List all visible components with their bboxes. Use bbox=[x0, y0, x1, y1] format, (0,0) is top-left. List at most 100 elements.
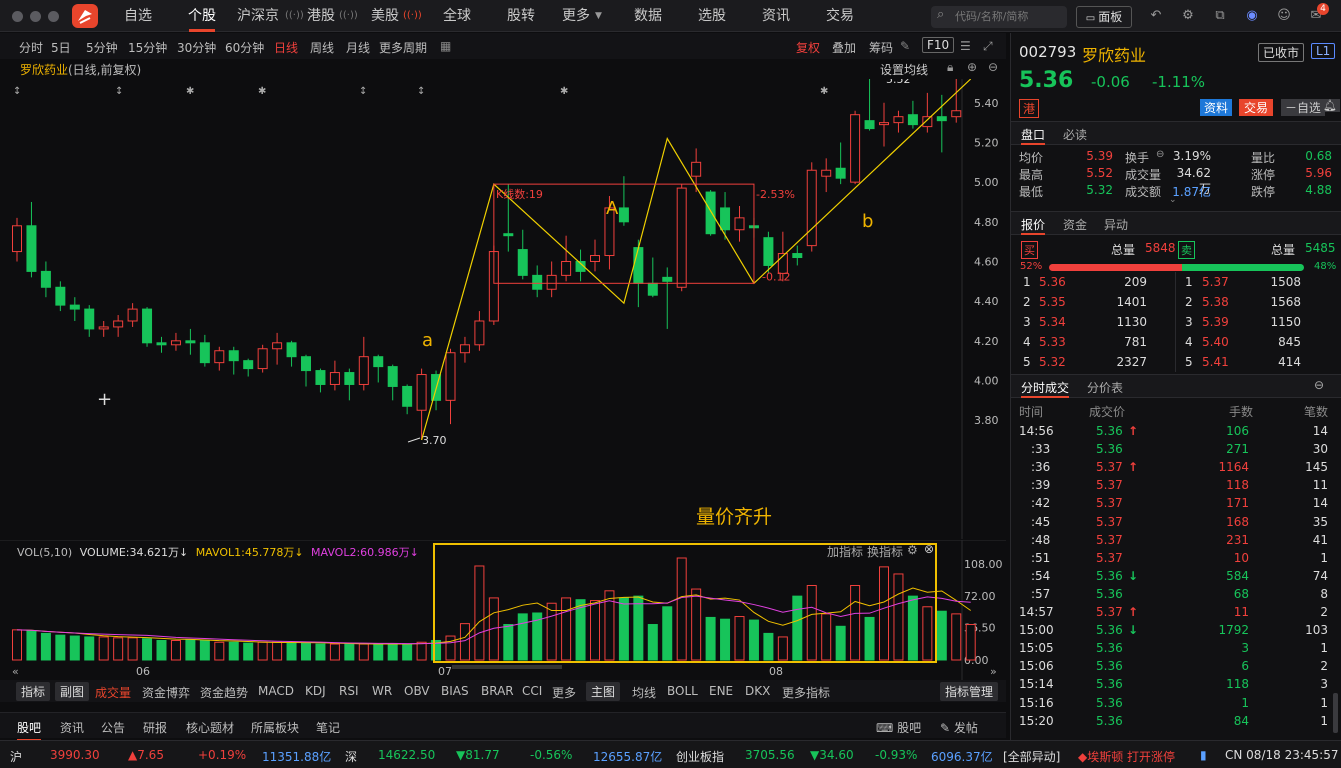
tab-yidong[interactable]: 异动 bbox=[1104, 216, 1128, 233]
ind-ene[interactable]: ENE bbox=[709, 684, 733, 698]
ind-wr[interactable]: WR bbox=[372, 684, 392, 698]
tab-sectors[interactable]: 所属板块 bbox=[251, 719, 299, 736]
candle-body[interactable] bbox=[185, 340, 196, 344]
candle-body[interactable] bbox=[835, 167, 846, 179]
candle-body[interactable] bbox=[243, 360, 254, 370]
indicator-manage-button[interactable]: 指标管理 bbox=[940, 682, 999, 701]
candle-body[interactable] bbox=[792, 253, 803, 259]
candle-body[interactable] bbox=[445, 352, 456, 401]
candle-body[interactable] bbox=[156, 342, 167, 346]
tab-guba[interactable]: 股吧 bbox=[17, 719, 42, 741]
candle-body[interactable] bbox=[850, 114, 861, 183]
candle-body[interactable] bbox=[922, 116, 933, 128]
ind-boll[interactable]: BOLL bbox=[667, 684, 698, 698]
tab-baojia[interactable]: 报价 bbox=[1021, 216, 1046, 235]
nav-meigu[interactable]: 美股 bbox=[371, 0, 399, 32]
tab-bidu[interactable]: 必读 bbox=[1063, 126, 1087, 143]
zoom-in-icon[interactable]: ⊕ bbox=[967, 60, 977, 74]
event-marker-icon[interactable]: ↕ bbox=[359, 86, 367, 97]
candle-body[interactable] bbox=[546, 274, 557, 290]
nav-xuangu[interactable]: 选股 bbox=[698, 0, 726, 32]
candle-body[interactable] bbox=[98, 326, 109, 330]
nav-zixuan[interactable]: 自选 bbox=[124, 0, 152, 32]
lock-icon[interactable]: 🔒︎ bbox=[947, 60, 953, 75]
nav-guzhuan[interactable]: 股转 bbox=[507, 0, 535, 32]
candle-body[interactable] bbox=[170, 340, 181, 346]
candle-body[interactable] bbox=[387, 366, 398, 387]
candle-body[interactable] bbox=[26, 225, 37, 272]
ind-more-indicators[interactable]: 更多指标 bbox=[782, 684, 830, 701]
avatar-icon[interactable]: ◉ bbox=[1244, 8, 1260, 24]
ask-price[interactable]: 5.37 bbox=[1202, 275, 1229, 289]
bid-price[interactable]: 5.35 bbox=[1039, 295, 1066, 309]
ind-brar[interactable]: BRAR bbox=[481, 684, 514, 698]
candle-body[interactable] bbox=[315, 370, 326, 385]
nav-jiaoyi[interactable]: 交易 bbox=[826, 0, 854, 32]
bid-price[interactable]: 5.32 bbox=[1039, 355, 1066, 369]
nav-ganggu[interactable]: 港股 bbox=[307, 0, 335, 32]
ind-obv[interactable]: OBV bbox=[404, 684, 430, 698]
ind-zijinqushi[interactable]: 资金趋势 bbox=[200, 684, 248, 701]
candle-body[interactable] bbox=[561, 260, 572, 276]
ind-ma[interactable]: 均线 bbox=[632, 684, 656, 701]
period-60min[interactable]: 60分钟 bbox=[225, 39, 264, 56]
all-movements-link[interactable]: [全部异动] bbox=[1003, 748, 1060, 765]
window-minimize-dot[interactable] bbox=[30, 11, 41, 22]
tab-core-themes[interactable]: 核心题材 bbox=[186, 719, 234, 736]
candle-body[interactable] bbox=[647, 282, 658, 296]
ask-price[interactable]: 5.38 bbox=[1202, 295, 1229, 309]
period-30min[interactable]: 30分钟 bbox=[177, 39, 216, 56]
candle-body[interactable] bbox=[951, 110, 962, 118]
tab-news[interactable]: 资讯 bbox=[60, 719, 84, 736]
candle-body[interactable] bbox=[402, 385, 413, 407]
period-weekly[interactable]: 周线 bbox=[310, 39, 334, 56]
candle-body[interactable] bbox=[301, 356, 311, 372]
trade-button[interactable]: 交易 bbox=[1239, 99, 1274, 116]
ind-macd[interactable]: MACD bbox=[258, 684, 294, 698]
ind-kdj[interactable]: KDJ bbox=[305, 684, 326, 698]
fuquan-dropdown[interactable]: 复权 bbox=[796, 39, 820, 56]
period-15min[interactable]: 15分钟 bbox=[128, 39, 167, 56]
ind-rsi[interactable]: RSI bbox=[339, 684, 359, 698]
candle-body[interactable] bbox=[720, 207, 731, 231]
candle-body[interactable] bbox=[84, 308, 95, 330]
scroll-right-icon[interactable]: » bbox=[990, 665, 997, 678]
nav-quanqiu[interactable]: 全球 bbox=[443, 0, 471, 32]
candle-body[interactable] bbox=[459, 344, 470, 354]
candle-body[interactable] bbox=[893, 116, 904, 124]
ask-price[interactable]: 5.41 bbox=[1202, 355, 1229, 369]
candle-body[interactable] bbox=[127, 308, 138, 322]
candle-body[interactable] bbox=[40, 270, 51, 288]
nav-hushenjing[interactable]: 沪深京 bbox=[237, 0, 279, 32]
candle-body[interactable] bbox=[503, 233, 514, 237]
ind-tab-indicators[interactable]: 指标 bbox=[16, 682, 51, 701]
window-close-dot[interactable] bbox=[12, 11, 23, 22]
bid-price[interactable]: 5.36 bbox=[1039, 275, 1066, 289]
search-input[interactable]: 代码/名称/简称 bbox=[931, 6, 1067, 28]
candle-body[interactable] bbox=[691, 161, 702, 177]
scroll-left-icon[interactable]: « bbox=[12, 665, 19, 678]
period-daily[interactable]: 日线 bbox=[274, 39, 298, 56]
candle-body[interactable] bbox=[55, 286, 66, 306]
more-options-icon[interactable]: ⊖ bbox=[1314, 378, 1324, 392]
chips-button[interactable]: 筹码 bbox=[869, 39, 893, 56]
profile-button[interactable]: 资料 bbox=[1200, 99, 1233, 116]
nav-zixun[interactable]: 资讯 bbox=[762, 0, 790, 32]
ind-tab-subchart[interactable]: 副图 bbox=[55, 682, 90, 701]
period-monthly[interactable]: 月线 bbox=[346, 39, 370, 56]
window-maximize-dot[interactable] bbox=[48, 11, 59, 22]
f10-button[interactable]: F10 bbox=[922, 37, 955, 53]
candle-body[interactable] bbox=[69, 304, 80, 310]
chevron-down-icon[interactable]: ⌄ bbox=[1169, 195, 1177, 205]
candle-body[interactable] bbox=[936, 116, 947, 122]
candle-body[interactable] bbox=[344, 372, 355, 385]
ind-dkx[interactable]: DKX bbox=[745, 684, 770, 698]
ind-bias[interactable]: BIAS bbox=[441, 684, 469, 698]
kline-chart[interactable]: 5.40 5.20 5.00 4.80 4.60 4.40 4.20 4.00 3.80 ↕ ↕ ✱ ✱… bbox=[0, 73, 1006, 539]
post-button[interactable]: ✎ 发帖 bbox=[940, 719, 978, 736]
nav-shuju[interactable]: 数据 bbox=[634, 0, 662, 32]
fullscreen-icon[interactable]: ⤢ bbox=[983, 39, 993, 54]
event-marker-icon[interactable]: ✱ bbox=[258, 86, 266, 97]
candle-body[interactable] bbox=[821, 169, 832, 177]
candle-body[interactable] bbox=[228, 350, 239, 362]
